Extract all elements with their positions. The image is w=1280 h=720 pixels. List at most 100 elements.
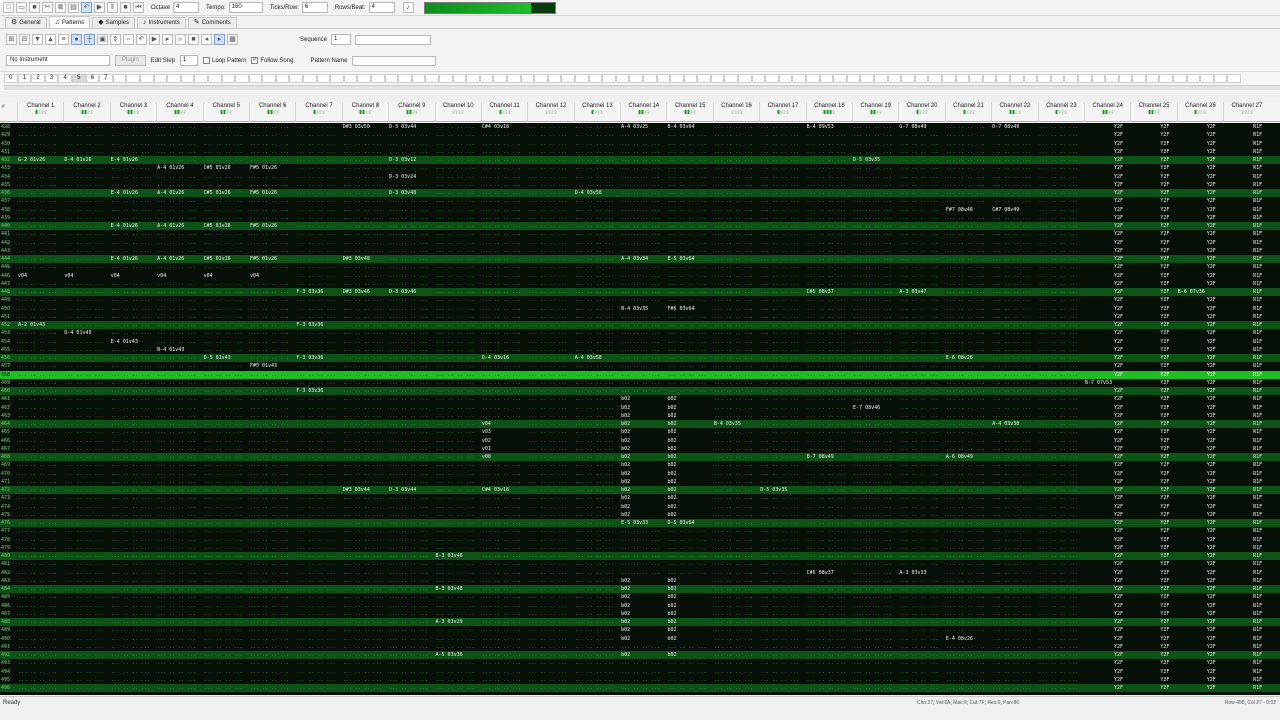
pattern-cell[interactable]: ... .. .. ... [620,214,666,222]
pattern-cell[interactable]: ... .. .. ... [156,305,202,313]
pattern-cell[interactable]: ... .. .. ... [898,412,944,420]
pattern-cell[interactable]: ... .. .. ... [898,140,944,148]
order-cell[interactable] [1009,74,1024,83]
pattern-cell[interactable]: ... .. .. ... [759,263,805,271]
follow-song-box[interactable]: ✓ [251,57,259,64]
pattern-cell[interactable]: b02 [620,404,666,412]
pattern-cell[interactable]: ... .. .. ... [110,288,156,296]
pattern-cell[interactable]: ... .. .. ... [759,354,805,362]
pattern-cell[interactable]: ... .. .. ... [295,602,341,610]
pattern-cell[interactable]: ... .. .. ... [156,321,202,329]
pattern-cell[interactable]: ... .. .. ... [342,635,388,643]
order-cell[interactable] [1105,74,1119,83]
pattern-cell[interactable]: ... .. .. ... [295,453,341,461]
pattern-cell[interactable]: ... .. .. ... [945,239,991,247]
pattern-cell[interactable]: ... .. .. ... [527,420,573,428]
pattern-cell[interactable]: ... .. .. ... [203,610,249,618]
pattern-cell[interactable]: ... .. .. ... [806,189,852,197]
pattern-cell[interactable]: ... .. .. ... [852,626,898,634]
pattern-cell[interactable]: ... .. .. ... [898,552,944,560]
pattern-cell[interactable]: Y2F [1177,536,1223,544]
pattern-cell[interactable]: Y2F [1084,214,1130,222]
channel-header-10[interactable]: Channel 10 [434,102,481,122]
pattern-cell[interactable]: ... .. .. ... [898,346,944,354]
pattern-cell[interactable]: ... .. .. ... [249,503,295,511]
pattern-cell[interactable]: ... .. .. ... [945,470,991,478]
pattern-properties-icon[interactable]: ≡ [58,34,69,45]
pattern-cell[interactable]: ... .. .. ... [249,428,295,436]
pattern-cell[interactable]: ... .. .. ... [342,478,388,486]
pattern-cell[interactable]: ... .. .. ... [574,437,620,445]
pattern-cell[interactable]: ... .. .. ... [620,206,666,214]
pattern-cell[interactable]: b02 [666,610,712,618]
pattern-cell[interactable]: ... .. .. ... [852,164,898,172]
pattern-cell[interactable]: F#5 01v26 [249,222,295,230]
pattern-cell[interactable]: ... .. .. ... [574,610,620,618]
pattern-cell[interactable]: ... .. .. ... [759,164,805,172]
pattern-cell[interactable]: Y2F [1130,131,1176,139]
pattern-cell[interactable]: ... .. .. ... [156,206,202,214]
pattern-cell[interactable]: ... .. .. ... [1038,478,1084,486]
save-icon[interactable]: ■ [29,2,40,13]
pattern-cell[interactable]: ... .. .. ... [806,503,852,511]
pattern-cell[interactable]: ... .. .. ... [388,338,434,346]
pattern-cell[interactable]: ... .. .. ... [203,296,249,304]
pattern-cell[interactable]: ... .. .. ... [435,354,481,362]
order-cell[interactable] [262,74,276,83]
pattern-cell[interactable]: ... .. .. ... [713,511,759,519]
pattern-cell[interactable]: ... .. .. ... [1038,321,1084,329]
pattern-cell[interactable]: ... .. .. ... [898,404,944,412]
order-cell[interactable] [316,74,331,83]
pattern-cell[interactable]: R1F [1223,527,1269,535]
pattern-cell[interactable]: ... .. .. ... [481,659,527,667]
pattern-cell[interactable]: ... .. .. ... [527,511,573,519]
pattern-cell[interactable]: ... .. .. ... [713,461,759,469]
pattern-cell[interactable]: ... .. .. ... [110,173,156,181]
pattern-cell[interactable]: ... .. .. ... [110,676,156,684]
pattern-cell[interactable]: ... .. .. ... [945,181,991,189]
order-cell[interactable] [139,74,154,83]
pattern-cell[interactable]: Y2F [1130,494,1176,502]
pattern-cell[interactable]: ... .. .. ... [249,230,295,238]
split-icon[interactable]: ┼ [84,34,95,45]
pattern-cell[interactable]: ... .. .. ... [156,577,202,585]
pattern-cell[interactable]: ... .. .. ... [759,643,805,651]
pattern-cell[interactable]: ... .. .. ... [156,313,202,321]
pattern-cell[interactable]: b02 [620,428,666,436]
pattern-cell[interactable]: ... .. .. ... [203,181,249,189]
pattern-cell[interactable]: ... .. .. ... [63,197,109,205]
pattern-cell[interactable]: ... .. .. ... [806,552,852,560]
pattern-cell[interactable]: ... .. .. ... [527,305,573,313]
pattern-cell[interactable]: ... .. .. ... [574,313,620,321]
pattern-cell[interactable]: ... .. .. ... [435,503,481,511]
pattern-cell[interactable]: ... .. .. ... [527,247,573,255]
pattern-cell[interactable]: Y2F [1177,478,1223,486]
pattern-cell[interactable]: b02 [666,602,712,610]
pattern-cell[interactable]: ... .. .. ... [620,197,666,205]
pattern-cell[interactable]: ... .. .. ... [110,140,156,148]
pattern-cell[interactable]: R1F [1223,321,1269,329]
pattern-cell[interactable]: ... .. .. ... [806,239,852,247]
pattern-cell[interactable]: ... .. .. ... [203,651,249,659]
pattern-cell[interactable]: ... .. .. ... [898,651,944,659]
pattern-cell[interactable]: ... .. .. ... [203,445,249,453]
pattern-cell[interactable]: ... .. .. ... [991,140,1037,148]
pattern-cell[interactable]: v00 [481,453,527,461]
order-cell[interactable] [398,74,412,83]
pattern-cell[interactable]: ... .. .. ... [17,511,63,519]
pattern-cell[interactable]: ... .. .. ... [852,189,898,197]
pattern-cell[interactable]: ... .. .. ... [1038,626,1084,634]
pattern-cell[interactable]: Y2F [1084,296,1130,304]
pattern-cell[interactable]: Y2F [1084,420,1130,428]
pattern-cell[interactable]: ... .. .. ... [527,197,573,205]
pattern-cell[interactable]: Y2F [1084,173,1130,181]
pattern-cell[interactable]: ... .. .. ... [945,255,991,263]
pattern-cell[interactable]: ... .. .. ... [481,618,527,626]
pattern-cell[interactable]: ... .. .. ... [295,618,341,626]
pattern-cell[interactable]: ... .. .. ... [945,313,991,321]
order-cell[interactable] [724,74,739,83]
pattern-cell[interactable]: ... .. .. ... [249,544,295,552]
pattern-cell[interactable]: ... .. .. ... [806,371,852,379]
pattern-cell[interactable]: ... .. .. ... [852,569,898,577]
pattern-cell[interactable]: ... .. .. ... [156,552,202,560]
